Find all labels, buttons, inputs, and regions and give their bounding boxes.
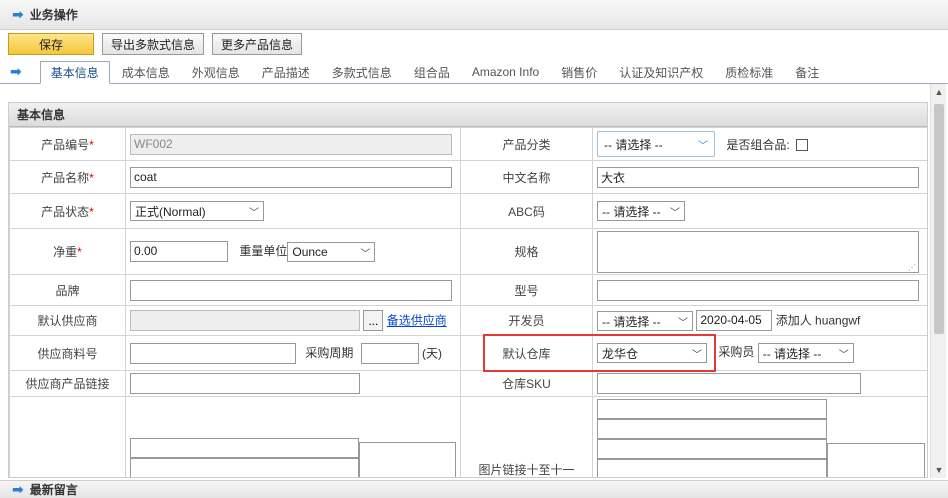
- title-bar: ➡ 业务操作: [0, 0, 948, 30]
- tab-product-description[interactable]: 产品描述: [252, 61, 320, 83]
- model-input[interactable]: [597, 279, 919, 301]
- choose-supplier-button[interactable]: ...: [363, 310, 384, 331]
- scrollbar-thumb[interactable]: [934, 104, 944, 334]
- latest-messages-title: 最新留言: [29, 483, 78, 497]
- buyer-label: 采购员: [718, 345, 755, 360]
- image-link-input[interactable]: [130, 438, 359, 458]
- default-supplier-input[interactable]: [130, 310, 360, 331]
- chevron-down-icon: ﹀: [360, 248, 371, 260]
- chevron-down-icon: ﹀: [698, 140, 708, 152]
- spec-textarea[interactable]: ⋰: [597, 230, 919, 273]
- weight-unit-select[interactable]: Ounce ﹀: [287, 242, 376, 263]
- latest-messages-bar[interactable]: ➡ 最新留言: [0, 480, 948, 498]
- image-link-input[interactable]: [597, 439, 827, 459]
- purchase-cycle-label: 采购周期: [305, 346, 354, 360]
- product-status-label: 产品状态*: [9, 193, 126, 229]
- page-title: 业务操作: [29, 8, 78, 22]
- net-weight-label: 净重*: [9, 228, 126, 275]
- brand-label: 品牌: [9, 274, 126, 306]
- purchase-cycle-input[interactable]: [360, 342, 419, 364]
- developer-select[interactable]: -- 请选择 -- ﹀: [597, 311, 693, 332]
- section-title: 基本信息: [9, 103, 927, 127]
- developer-label: 开发员: [460, 305, 593, 336]
- product-status-select[interactable]: 正式(Normal) ﹀: [130, 201, 264, 221]
- tab-notes[interactable]: 备注: [785, 61, 829, 83]
- default-supplier-label: 默认供应商: [9, 305, 126, 336]
- chinese-name-label: 中文名称: [460, 160, 593, 194]
- tab-combo[interactable]: 组合品: [404, 61, 460, 83]
- purchase-cycle-unit: (天): [422, 346, 443, 360]
- alternate-supplier-link[interactable]: 备选供应商: [387, 314, 447, 328]
- added-by-text: 添加人 huangwf: [775, 313, 861, 328]
- image-link-input[interactable]: [827, 443, 925, 477]
- image-link-input[interactable]: [358, 442, 456, 477]
- product-category-label: 产品分类: [460, 127, 593, 161]
- product-name-label: 产品名称*: [9, 160, 126, 194]
- added-date-input[interactable]: [696, 309, 773, 331]
- basic-info-form: 产品编号* 产品分类 -- 请选择 --﹀ 是否组合品: 产品名称* 中文名称 …: [9, 127, 927, 477]
- buyer-select[interactable]: -- 请选择 -- ﹀: [757, 343, 854, 363]
- tab-amazon-info[interactable]: Amazon Info: [462, 61, 549, 83]
- product-code-input[interactable]: [130, 133, 452, 155]
- vertical-scrollbar[interactable]: ▲ ▼: [930, 84, 946, 478]
- abc-code-label: ABC码: [460, 193, 593, 229]
- is-combo-label: 是否组合品:: [726, 137, 790, 152]
- is-combo-checkbox[interactable]: [795, 139, 808, 152]
- tab-cost-info[interactable]: 成本信息: [112, 61, 180, 83]
- model-label: 型号: [460, 274, 593, 306]
- tab-qc-standard[interactable]: 质检标准: [715, 61, 783, 83]
- product-category-select[interactable]: -- 请选择 -- ﹀: [597, 131, 715, 157]
- more-product-info-button[interactable]: 更多产品信息: [212, 33, 303, 55]
- chevron-up-icon[interactable]: ▲: [931, 84, 947, 100]
- warehouse-sku-input[interactable]: [597, 373, 861, 394]
- chevron-down-icon: ﹀: [249, 207, 259, 219]
- save-button[interactable]: 保存: [8, 33, 94, 55]
- image-link-input[interactable]: [130, 458, 359, 477]
- chevron-down-icon: ﹀: [678, 317, 688, 329]
- export-variants-button[interactable]: 导出多款式信息: [102, 33, 205, 55]
- image-links-label: 图片链接十至十一: [460, 396, 593, 477]
- arrow-right-icon: ➡: [12, 6, 24, 22]
- arrow-right-icon: ➡: [10, 63, 22, 79]
- tab-sale-price[interactable]: 销售价: [551, 61, 607, 83]
- chevron-down-icon[interactable]: ▼: [931, 462, 947, 478]
- supplier-product-link-input[interactable]: [130, 373, 360, 394]
- toolbar: 保存 导出多款式信息 更多产品信息: [0, 30, 948, 58]
- brand-input[interactable]: [130, 279, 452, 301]
- image-link-input[interactable]: [597, 459, 827, 477]
- image-link-input[interactable]: [597, 419, 827, 439]
- chevron-down-icon: ﹀: [838, 349, 849, 361]
- tab-bar: ➡ 基本信息 成本信息 外观信息 产品描述 多款式信息 组合品 Amazon I…: [0, 60, 948, 84]
- tab-variant-info[interactable]: 多款式信息: [322, 61, 402, 83]
- product-name-input[interactable]: [130, 166, 452, 188]
- weight-unit-label: 重量单位: [239, 244, 288, 259]
- spec-label: 规格: [460, 228, 593, 275]
- supplier-product-link-label: 供应商产品链接: [9, 370, 126, 397]
- tab-basic-info[interactable]: 基本信息: [39, 61, 110, 84]
- arrow-right-icon: ➡: [12, 481, 24, 497]
- product-code-label: 产品编号*: [9, 127, 126, 161]
- chevron-down-icon: ﹀: [670, 207, 680, 219]
- supplier-item-no-input[interactable]: [130, 342, 296, 364]
- abc-code-select[interactable]: -- 请选择 -- ﹀: [597, 201, 685, 221]
- warehouse-sku-label: 仓库SKU: [460, 370, 593, 397]
- net-weight-input[interactable]: [130, 240, 228, 262]
- resize-grip-icon[interactable]: ⋰: [908, 263, 916, 272]
- chinese-name-input[interactable]: [597, 166, 919, 188]
- image-link-input[interactable]: [597, 399, 827, 419]
- supplier-item-no-label: 供应商料号: [9, 335, 126, 371]
- tab-certification[interactable]: 认证及知识产权: [609, 61, 713, 83]
- highlight-box: [483, 334, 716, 372]
- tab-appearance-info[interactable]: 外观信息: [182, 61, 250, 83]
- form-panel: 基本信息 产品编号* 产品分类 -- 请选择 --﹀ 是否组合品: 产品名称* …: [8, 102, 928, 478]
